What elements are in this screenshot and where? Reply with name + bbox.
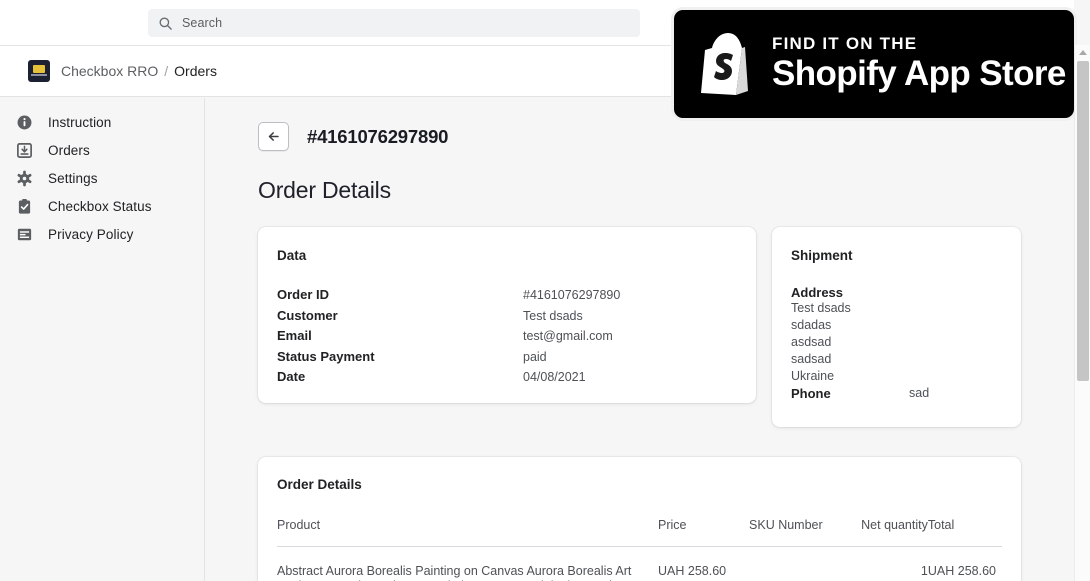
- sidebar-item-label: Orders: [48, 142, 90, 158]
- cell-quantity: 1: [920, 564, 928, 578]
- document-list-icon: [17, 228, 32, 240]
- scrollbar-thumb[interactable]: [1077, 61, 1089, 381]
- info-circle-icon: [17, 115, 32, 129]
- sidebar-item-label: Instruction: [48, 114, 112, 130]
- scroll-up-arrow-icon[interactable]: [1078, 48, 1088, 57]
- table-row: Abstract Aurora Borealis Painting on Can…: [277, 547, 1002, 581]
- field-value: #4161076297890: [523, 288, 621, 302]
- badge-text: FIND IT ON THE Shopify App Store: [772, 34, 1066, 94]
- clipboard-check-icon: [18, 198, 31, 214]
- search-input[interactable]: Search: [148, 9, 640, 37]
- address-line: Ukraine: [791, 369, 835, 383]
- sidebar-item-orders[interactable]: Orders: [0, 136, 204, 164]
- field-value: test@gmail.com: [523, 329, 613, 343]
- field-key: Status Payment: [277, 348, 375, 364]
- cell-price: UAH 258.60: [658, 564, 727, 578]
- app-window: Search Checkbox RRO / Orders Instruction…: [0, 0, 1090, 581]
- field-key: Order ID: [277, 287, 330, 302]
- phone-row: Phone sad: [791, 386, 998, 401]
- field-row: Date 04/08/2021: [277, 367, 733, 388]
- order-items-table: Product Price SKU Number Net quantity To…: [277, 518, 1002, 581]
- page-title: Order Details: [258, 177, 391, 203]
- app-logo-icon: [28, 60, 50, 82]
- breadcrumb-app-link[interactable]: Checkbox RRO: [61, 63, 158, 79]
- field-row: Status Payment paid: [277, 347, 733, 368]
- column-header-sku: SKU Number: [749, 518, 847, 547]
- field-value: 04/08/2021: [523, 370, 586, 384]
- phone-label: Phone: [791, 386, 831, 401]
- search-placeholder: Search: [182, 16, 223, 30]
- sidebar-item-instruction[interactable]: Instruction: [0, 108, 204, 136]
- vertical-scrollbar[interactable]: [1074, 45, 1090, 581]
- phone-value: sad: [909, 386, 930, 400]
- data-card-fields: Order ID #4161076297890 Customer Test ds…: [277, 285, 733, 388]
- sidebar-item-privacy-policy[interactable]: Privacy Policy: [0, 220, 204, 248]
- column-header-product: Product: [277, 518, 659, 547]
- data-card-title: Data: [277, 248, 307, 263]
- field-key: Customer: [277, 307, 338, 323]
- address-line: sdadas: [791, 318, 832, 332]
- field-row: Customer Test dsads: [277, 306, 733, 327]
- address-line: asdsad: [791, 335, 832, 349]
- shipment-card: Shipment Address Test dsads sdadas asdsa…: [772, 227, 1021, 427]
- sidebar-item-checkbox-status[interactable]: Checkbox Status: [0, 192, 204, 220]
- main-content: #4161076297890 Order Details Data Order …: [206, 98, 1074, 581]
- breadcrumb-current: Orders: [174, 63, 217, 79]
- arrow-left-icon: [268, 132, 279, 141]
- table-header-row: Product Price SKU Number Net quantity To…: [277, 518, 1002, 547]
- sidebar-item-label: Settings: [48, 170, 98, 186]
- page-header: #4161076297890: [258, 122, 1074, 151]
- summary-cards: Data Order ID #4161076297890 Customer Te…: [258, 227, 1074, 427]
- field-value: paid: [523, 349, 547, 364]
- cell-sku: [749, 547, 846, 581]
- column-header-quantity: Net quantity: [846, 518, 928, 547]
- order-details-card: Order Details Product Price SKU Number N…: [258, 457, 1021, 581]
- order-number: #4161076297890: [307, 125, 449, 147]
- search-icon: [159, 17, 172, 30]
- badge-line-2: Shopify App Store: [772, 54, 1066, 93]
- cell-product: Abstract Aurora Borealis Painting on Can…: [277, 564, 632, 581]
- sidebar-item-settings[interactable]: Settings: [0, 164, 204, 192]
- field-key: Date: [277, 369, 306, 384]
- address-line: sadsad: [791, 352, 832, 366]
- breadcrumb-separator: /: [164, 63, 169, 79]
- inbox-download-icon: [17, 142, 32, 158]
- shopify-app-store-badge[interactable]: FIND IT ON THE Shopify App Store: [674, 10, 1074, 118]
- shopify-bag-icon: [701, 33, 748, 95]
- order-table-title: Order Details: [277, 477, 362, 492]
- address-label: Address: [791, 285, 844, 300]
- badge-line-1: FIND IT ON THE: [772, 34, 918, 53]
- gear-icon: [17, 170, 32, 186]
- back-button[interactable]: [258, 122, 289, 151]
- data-card: Data Order ID #4161076297890 Customer Te…: [258, 227, 756, 403]
- field-key: Email: [277, 328, 312, 343]
- column-header-price: Price: [658, 518, 750, 547]
- column-header-total: Total: [927, 518, 1002, 547]
- field-row: Order ID #4161076297890: [277, 285, 733, 306]
- address-line: Test dsads: [791, 301, 851, 315]
- cell-total: UAH 258.60: [927, 564, 996, 578]
- field-row: Email test@gmail.com: [277, 326, 733, 347]
- shipment-card-title: Shipment: [791, 248, 853, 263]
- field-value: Test dsads: [523, 308, 583, 323]
- sidebar-item-label: Privacy Policy: [48, 226, 134, 242]
- sidebar-item-label: Checkbox Status: [48, 198, 152, 214]
- sidebar: Instruction Orders Settings Checkbox Sta…: [0, 98, 205, 581]
